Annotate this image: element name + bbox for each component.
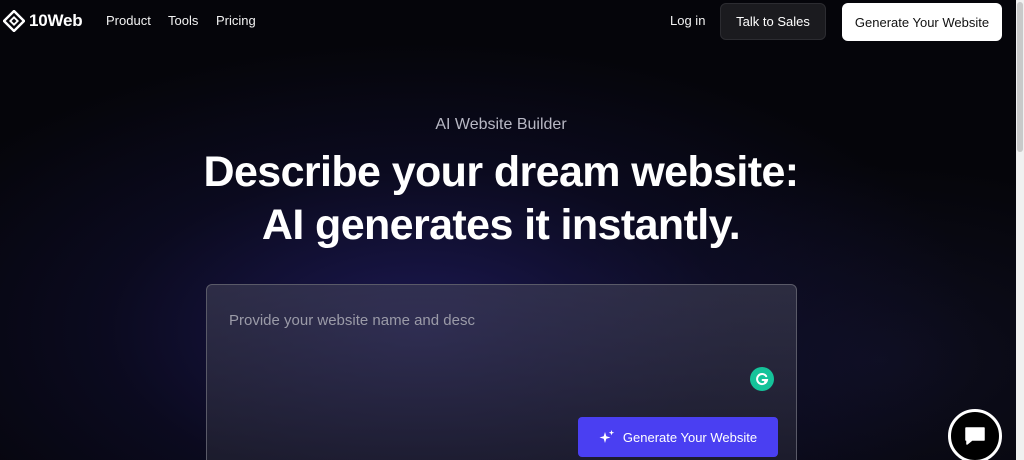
grammarly-glyph (756, 373, 769, 386)
10web-logo-icon (3, 10, 25, 32)
top-nav: 10Web Product Tools Pricing Log in Talk … (0, 0, 1016, 42)
page-scrollbar[interactable] (1016, 0, 1024, 460)
chat-launcher-button[interactable] (948, 409, 1002, 460)
brand-logo[interactable]: 10Web (3, 10, 83, 32)
website-prompt-box: Generate Your Website (206, 284, 797, 460)
brand-name: 10Web (29, 11, 83, 30)
login-link[interactable]: Log in (670, 13, 705, 28)
hero-headline-line-2: AI generates it instantly. (261, 201, 741, 249)
chat-icon (965, 427, 985, 445)
nav-pricing[interactable]: Pricing (216, 13, 256, 28)
sparkle-icon (599, 430, 615, 443)
generate-website-button[interactable]: Generate Your Website (578, 417, 778, 457)
hero-headline: Describe your dream website: AI generate… (0, 146, 1002, 252)
generate-website-header-button[interactable]: Generate Your Website (842, 3, 1002, 41)
generate-website-button-label: Generate Your Website (622, 429, 758, 445)
page: 10Web Product Tools Pricing Log in Talk … (0, 0, 1016, 460)
grammarly-icon[interactable] (750, 367, 774, 391)
website-description-input[interactable] (227, 307, 771, 333)
hero-headline-line-1: Describe your dream website: (203, 148, 800, 196)
hero-eyebrow: AI Website Builder (435, 116, 567, 133)
scrollbar-thumb[interactable] (1017, 2, 1023, 152)
nav-tools[interactable]: Tools (168, 13, 198, 28)
talk-to-sales-button[interactable]: Talk to Sales (720, 3, 826, 40)
nav-product[interactable]: Product (106, 13, 151, 28)
